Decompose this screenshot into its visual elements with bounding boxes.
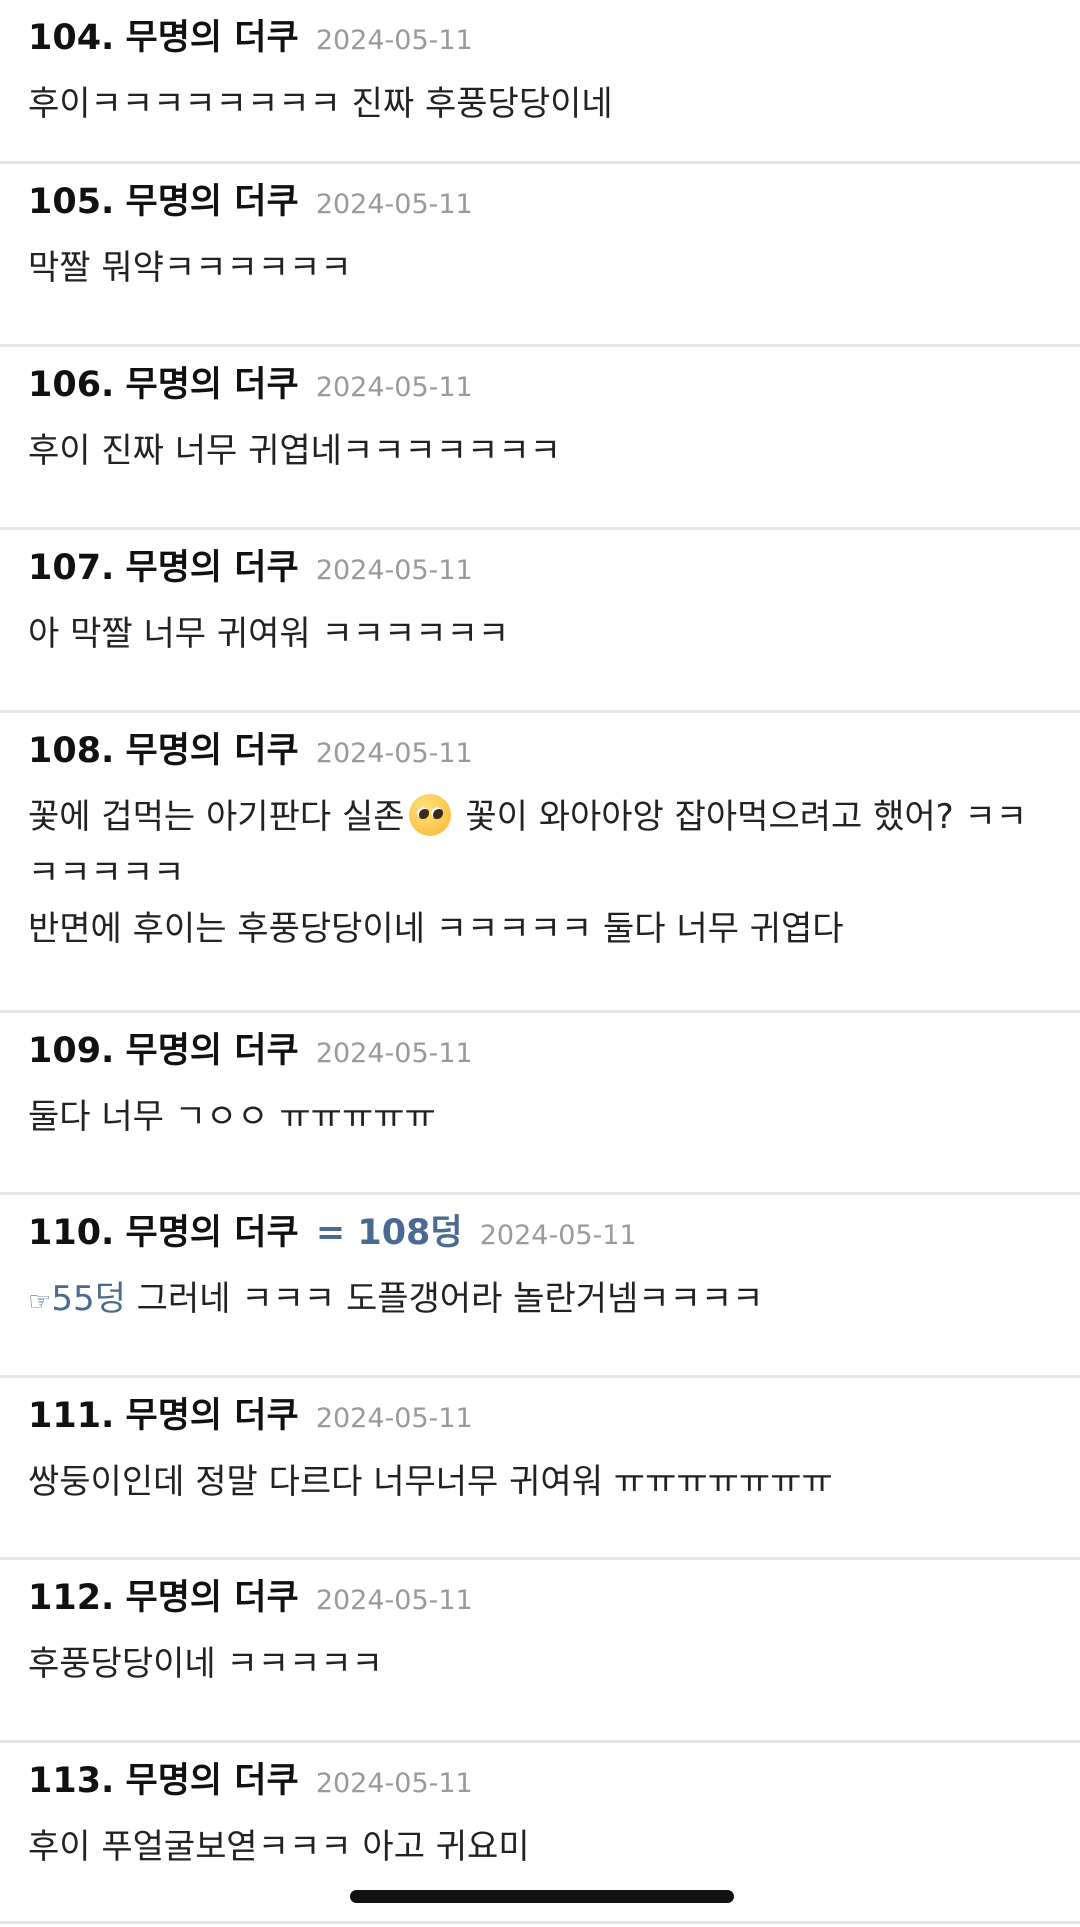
home-indicator[interactable] <box>350 1890 734 1903</box>
comment-106: 106. 무명의 더쿠 2024-05-11 후이 진짜 너무 귀엽네ㅋㅋㅋㅋㅋ… <box>0 347 1080 530</box>
comment-header: 104. 무명의 더쿠 2024-05-11 <box>28 18 473 61</box>
comment-body: 막짤 뭐약ㅋㅋㅋㅋㅋㅋ <box>28 240 1038 296</box>
comment-header: 107. 무명의 더쿠 2024-05-11 <box>28 548 473 591</box>
comment-text: 막짤 뭐약ㅋㅋㅋㅋㅋㅋ <box>28 248 352 288</box>
comment-text: 반면에 후이는 후풍당당이네 ㅋㅋㅋㅋㅋ 둘다 너무 귀엽다 <box>28 909 844 949</box>
pleading-face-icon <box>408 794 451 836</box>
comment-author: 무명의 더쿠 <box>125 1578 299 1618</box>
comment-109: 109. 무명의 더쿠 2024-05-11 둘다 너무 ㄱㅇㅇ ㅠㅠㅠㅠㅠ <box>0 1013 1080 1195</box>
comment-text: 후풍당당이네 ㅋㅋㅋㅋㅋ <box>28 1644 383 1684</box>
comment-number[interactable]: 106. <box>28 365 114 405</box>
comment-105: 105. 무명의 더쿠 2024-05-11 막짤 뭐약ㅋㅋㅋㅋㅋㅋ <box>0 164 1080 347</box>
comment-number[interactable]: 107. <box>28 548 114 588</box>
comment-author: 무명의 더쿠 <box>125 1213 299 1253</box>
comment-number[interactable]: 111. <box>28 1396 114 1436</box>
comment-date: 2024-05-11 <box>315 738 473 769</box>
comment-number[interactable]: 112. <box>28 1578 114 1618</box>
comment-body: 후이 푸얼굴보엳ㅋㅋㅋ 아고 귀요미 <box>28 1819 1038 1875</box>
comment-body: ☞55덩 그러네 ㅋㅋㅋ 도플갱어라 놀란거넴ㅋㅋㅋㅋ <box>28 1271 1038 1330</box>
comment-number[interactable]: 113. <box>28 1761 114 1801</box>
comment-text: 꽃에 겁먹는 아기판다 실존 꽃이 와아아앙 잡아먹으려고 했어? ㅋㅋㅋㅋㅋㅋ… <box>28 789 1038 901</box>
comment-date: 2024-05-11 <box>315 1768 473 1799</box>
comment-body: 후이ㅋㅋㅋㅋㅋㅋㅋㅋ 진짜 후풍당당이네 <box>28 76 1038 132</box>
comment-body: 후풍당당이네 ㅋㅋㅋㅋㅋ <box>28 1636 1038 1692</box>
comment-header: 105. 무명의 더쿠 2024-05-11 <box>28 182 473 225</box>
pointing-hand-icon: ☞ <box>28 1287 52 1317</box>
comment-author: 무명의 더쿠 <box>125 1396 299 1436</box>
comment-number[interactable]: 108. <box>28 731 114 771</box>
comment-header: 110. 무명의 더쿠 = 108덩 2024-05-11 <box>28 1213 637 1256</box>
comment-110: 110. 무명의 더쿠 = 108덩 2024-05-11 ☞55덩 그러네 ㅋ… <box>0 1195 1080 1378</box>
comment-text: 둘다 너무 ㄱㅇㅇ ㅠㅠㅠㅠㅠ <box>28 1097 436 1137</box>
comment-text: 후이 푸얼굴보엳ㅋㅋㅋ 아고 귀요미 <box>28 1827 530 1867</box>
comment-text-part: 꽃에 겁먹는 아기판다 실존 <box>28 797 405 837</box>
comment-number[interactable]: 110. <box>28 1213 114 1253</box>
comment-header: 112. 무명의 더쿠 2024-05-11 <box>28 1578 473 1621</box>
comment-text: 후이 진짜 너무 귀엽네ㅋㅋㅋㅋㅋㅋㅋ <box>28 431 561 471</box>
comment-date: 2024-05-11 <box>315 555 473 586</box>
comment-date: 2024-05-11 <box>479 1220 637 1251</box>
comment-date: 2024-05-11 <box>315 372 473 403</box>
comment-header: 108. 무명의 더쿠 2024-05-11 <box>28 731 473 774</box>
quote-link-label: 55덩 <box>51 1279 126 1319</box>
comment-body: 둘다 너무 ㄱㅇㅇ ㅠㅠㅠㅠㅠ <box>28 1089 1038 1145</box>
comment-body: 꽃에 겁먹는 아기판다 실존 꽃이 와아아앙 잡아먹으려고 했어? ㅋㅋㅋㅋㅋㅋ… <box>28 789 1038 957</box>
comment-104: 104. 무명의 더쿠 2024-05-11 후이ㅋㅋㅋㅋㅋㅋㅋㅋ 진짜 후풍당… <box>0 0 1080 164</box>
comment-body: 쌍둥이인데 정말 다르다 너무너무 귀여워 ㅠㅠㅠㅠㅠㅠㅠ <box>28 1454 1038 1510</box>
comment-107: 107. 무명의 더쿠 2024-05-11 아 막짤 너무 귀여워 ㅋㅋㅋㅋㅋ… <box>0 530 1080 713</box>
comment-date: 2024-05-11 <box>315 1403 473 1434</box>
comment-text: ☞55덩 그러네 ㅋㅋㅋ 도플갱어라 놀란거넴ㅋㅋㅋㅋ <box>28 1271 1038 1330</box>
quote-link[interactable]: ☞55덩 <box>28 1279 126 1319</box>
comment-text: 후이ㅋㅋㅋㅋㅋㅋㅋㅋ 진짜 후풍당당이네 <box>28 84 613 124</box>
comment-header: 113. 무명의 더쿠 2024-05-11 <box>28 1761 473 1804</box>
comment-date: 2024-05-11 <box>315 1585 473 1616</box>
comment-number[interactable]: 109. <box>28 1031 114 1071</box>
comment-author: 무명의 더쿠 <box>125 731 299 771</box>
comment-author: 무명의 더쿠 <box>125 365 299 405</box>
comment-108: 108. 무명의 더쿠 2024-05-11 꽃에 겁먹는 아기판다 실존 꽃이… <box>0 713 1080 1013</box>
comment-111: 111. 무명의 더쿠 2024-05-11 쌍둥이인데 정말 다르다 너무너무… <box>0 1378 1080 1560</box>
comment-text-part: 그러네 ㅋㅋㅋ 도플갱어라 놀란거넴ㅋㅋㅋㅋ <box>125 1279 764 1319</box>
comment-date: 2024-05-11 <box>315 25 473 56</box>
comment-text: 쌍둥이인데 정말 다르다 너무너무 귀여워 ㅠㅠㅠㅠㅠㅠㅠ <box>28 1462 833 1502</box>
comment-author: 무명의 더쿠 <box>125 18 299 58</box>
comment-number[interactable]: 104. <box>28 18 114 58</box>
comment-author: 무명의 더쿠 <box>125 548 299 588</box>
comment-header: 109. 무명의 더쿠 2024-05-11 <box>28 1031 473 1074</box>
comment-author: 무명의 더쿠 <box>125 1031 299 1071</box>
comment-header: 111. 무명의 더쿠 2024-05-11 <box>28 1396 473 1439</box>
comment-author: 무명의 더쿠 <box>125 1761 299 1801</box>
comment-date: 2024-05-11 <box>315 1038 473 1069</box>
comment-number[interactable]: 105. <box>28 182 114 222</box>
reply-reference-link[interactable]: = 108덩 <box>316 1213 463 1253</box>
comment-date: 2024-05-11 <box>315 189 473 220</box>
comment-author: 무명의 더쿠 <box>125 182 299 222</box>
comment-text: 아 막짤 너무 귀여워 ㅋㅋㅋㅋㅋㅋ <box>28 614 510 654</box>
comment-112: 112. 무명의 더쿠 2024-05-11 후풍당당이네 ㅋㅋㅋㅋㅋ <box>0 1560 1080 1743</box>
comment-body: 아 막짤 너무 귀여워 ㅋㅋㅋㅋㅋㅋ <box>28 606 1038 662</box>
comment-body: 후이 진짜 너무 귀엽네ㅋㅋㅋㅋㅋㅋㅋ <box>28 423 1038 479</box>
comment-header: 106. 무명의 더쿠 2024-05-11 <box>28 365 473 408</box>
